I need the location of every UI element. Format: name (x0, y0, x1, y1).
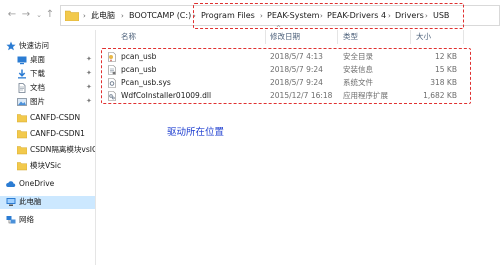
network-icon (6, 216, 16, 224)
desktop-icon (17, 56, 27, 65)
column-header-size[interactable]: 大小 (416, 32, 431, 42)
star-icon (6, 41, 16, 51)
arrow-right-icon[interactable]: → (20, 9, 32, 21)
pin-icon[interactable]: ✦ (86, 69, 92, 77)
navigation-bar: ← → ⌄ ↑ › 此电脑 › BOOTCAMP (C:) › Program … (0, 0, 500, 30)
picture-icon (17, 98, 27, 106)
sidebar-item-label: 文档 (30, 83, 45, 92)
folder-icon (17, 130, 27, 139)
sidebar-item-canfd-csdn[interactable]: CANFD-CSDN (0, 112, 95, 125)
pin-icon[interactable]: ✦ (86, 83, 92, 91)
breadcrumb-bootcamp[interactable]: BOOTCAMP (C:) (129, 11, 191, 21)
cloud-icon (6, 181, 16, 187)
sidebar-item-label: 桌面 (30, 55, 45, 64)
breadcrumb-separator: › (83, 12, 86, 20)
sidebar-item-label: CANFD-CSDN (30, 113, 81, 122)
sidebar-item-documents[interactable]: 文档 ✦ (0, 82, 95, 95)
sidebar-item-label: 图片 (30, 97, 45, 106)
navigation-pane: 快速访问 桌面 ✦ 下载 ✦ 文档 ✦ 图片 ✦ CANFD-CSDN CANF… (0, 30, 98, 265)
column-divider[interactable] (410, 30, 411, 44)
download-icon (18, 69, 26, 79)
annotation-text: 驱动所在位置 (167, 127, 225, 138)
arrow-up-icon[interactable]: ↑ (44, 9, 56, 21)
sidebar-item-label: 网络 (19, 215, 34, 224)
pin-icon[interactable]: ✦ (86, 55, 92, 63)
arrow-left-icon[interactable]: ← (6, 9, 18, 21)
folder-icon (17, 146, 27, 155)
column-divider[interactable] (265, 30, 266, 44)
column-header-date[interactable]: 修改日期 (270, 32, 300, 42)
sort-caret-icon: ^ (276, 25, 282, 32)
column-header-name[interactable]: 名称 (121, 32, 136, 42)
sidebar-item-network[interactable]: 网络 (0, 214, 95, 227)
breadcrumb-separator: › (121, 12, 124, 20)
sidebar-item-quick-access[interactable]: 快速访问 (0, 40, 95, 53)
sidebar-item-pictures[interactable]: 图片 ✦ (0, 96, 95, 109)
sidebar-item-label: CSDN隔离模块vsIC (30, 145, 95, 154)
address-highlight-box (193, 3, 464, 29)
sidebar-item-label: 快速访问 (19, 41, 49, 50)
sidebar-item-label: 下载 (30, 69, 45, 78)
sidebar-item-canfd-csdn1[interactable]: CANFD-CSDN1 (0, 128, 95, 141)
folder-icon (17, 162, 27, 171)
column-header-type[interactable]: 类型 (343, 32, 358, 42)
sidebar-item-desktop[interactable]: 桌面 ✦ (0, 54, 95, 67)
sidebar-item-label: 模块VSic (30, 161, 62, 170)
pane-divider[interactable] (95, 30, 96, 265)
folder-icon (65, 10, 79, 21)
folder-icon (17, 114, 27, 123)
sidebar-item-downloads[interactable]: 下载 ✦ (0, 68, 95, 81)
document-icon (18, 83, 26, 93)
computer-icon (6, 198, 16, 206)
sidebar-item-label: 此电脑 (19, 197, 42, 206)
column-divider[interactable] (463, 30, 464, 44)
sidebar-item-module-vsic[interactable]: 模块VSic (0, 160, 95, 173)
sidebar-item-label: OneDrive (19, 179, 55, 188)
breadcrumb-this-pc[interactable]: 此电脑 (91, 11, 115, 21)
pin-icon[interactable]: ✦ (86, 97, 92, 105)
sidebar-item-onedrive[interactable]: OneDrive (0, 178, 95, 191)
files-highlight-box (101, 48, 471, 104)
sidebar-item-csdn-isolation[interactable]: CSDN隔离模块vsIC (0, 144, 95, 157)
column-divider[interactable] (337, 30, 338, 44)
sidebar-item-label: CANFD-CSDN1 (30, 129, 85, 138)
sidebar-item-this-pc[interactable]: 此电脑 (0, 196, 95, 209)
